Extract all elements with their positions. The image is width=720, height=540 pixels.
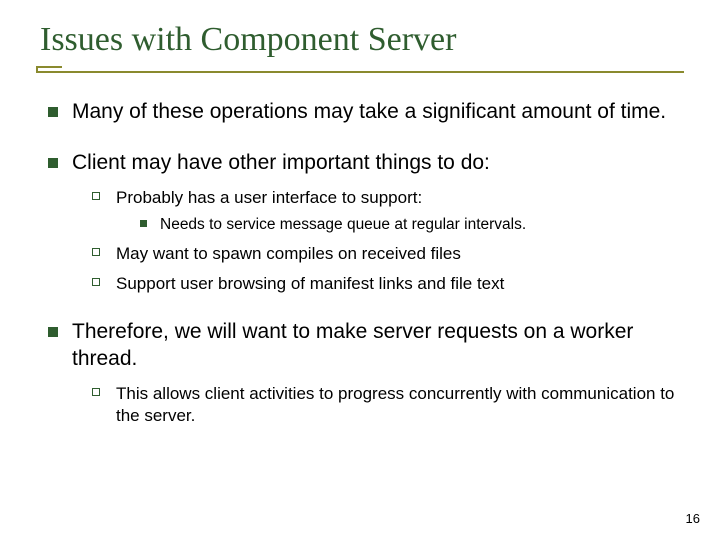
bullet-text: May want to spawn compiles on received f… [116,244,461,263]
list-item: Many of these operations may take a sign… [44,99,676,126]
title-rule [36,69,684,75]
bullet-list: Many of these operations may take a sign… [44,99,676,427]
bullet-list: Probably has a user interface to support… [72,187,676,295]
bullet-list: This allows client activities to progres… [72,383,676,427]
page-number: 16 [686,511,700,526]
bullet-text: Support user browsing of manifest links … [116,274,504,293]
bullet-text: Probably has a user interface to support… [116,188,422,207]
list-item: Probably has a user interface to support… [90,187,676,235]
list-item: Client may have other important things t… [44,150,676,295]
bullet-text: Therefore, we will want to make server r… [72,320,633,370]
list-item: Needs to service message queue at regula… [138,215,676,235]
list-item: May want to spawn compiles on received f… [90,243,676,265]
slide-title: Issues with Component Server [40,20,680,59]
bullet-text: This allows client activities to progres… [116,384,674,425]
bullet-text: Many of these operations may take a sign… [72,100,666,123]
slide: Issues with Component Server Many of the… [0,0,720,540]
bullet-list: Needs to service message queue at regula… [116,215,676,235]
list-item: Support user browsing of manifest links … [90,273,676,295]
slide-body: Many of these operations may take a sign… [36,75,684,427]
list-item: Therefore, we will want to make server r… [44,319,676,427]
title-wrap: Issues with Component Server [36,18,684,65]
bullet-text: Needs to service message queue at regula… [160,216,526,233]
list-item: This allows client activities to progres… [90,383,676,427]
bullet-text: Client may have other important things t… [72,151,490,174]
